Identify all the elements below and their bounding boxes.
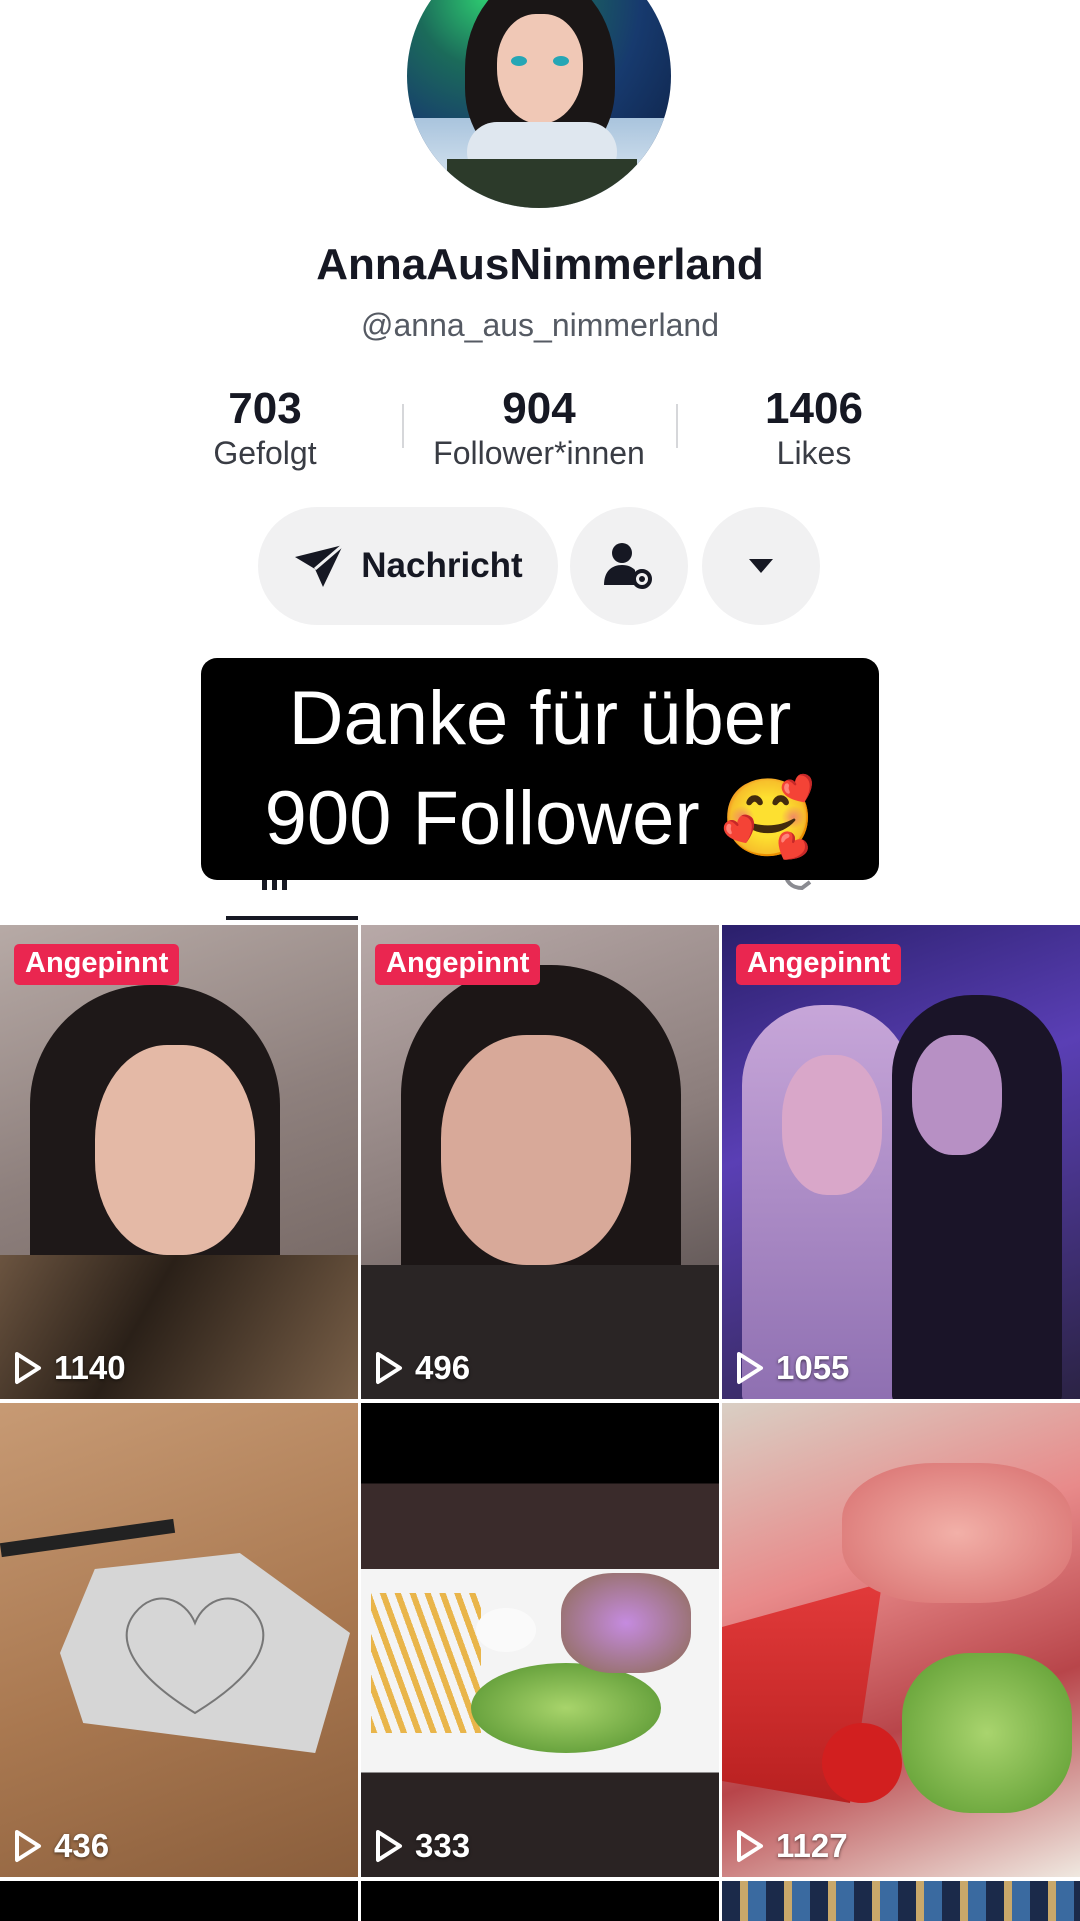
stat-likes[interactable]: 1406 Likes bbox=[699, 385, 929, 473]
view-count: 1127 bbox=[736, 1827, 848, 1865]
view-count-value: 496 bbox=[415, 1349, 471, 1386]
view-count-value: 1140 bbox=[54, 1349, 126, 1386]
video-thumbnail[interactable]: 1127 bbox=[722, 1403, 1080, 1877]
stat-likes-label: Likes bbox=[776, 435, 852, 471]
view-count-value: 436 bbox=[54, 1827, 110, 1864]
overlay-caption: Danke für über 900 Follower 🥰 bbox=[201, 658, 879, 880]
more-button[interactable] bbox=[702, 507, 820, 625]
stat-divider bbox=[402, 404, 404, 448]
heart-drawing bbox=[125, 1597, 265, 1715]
stat-following[interactable]: 703 Gefolgt bbox=[150, 385, 380, 473]
overlay-caption-line2: 900 Follower 🥰 bbox=[264, 776, 816, 861]
stat-followers-label: Follower*innen bbox=[433, 435, 645, 471]
video-thumbnail[interactable] bbox=[361, 1881, 719, 1921]
profile-display-name: AnnaAusNimmerland bbox=[316, 240, 764, 289]
caret-down-icon bbox=[749, 559, 773, 573]
view-count-value: 1127 bbox=[776, 1827, 848, 1864]
video-thumbnail[interactable]: Angepinnt 1140 bbox=[0, 925, 358, 1399]
play-icon bbox=[376, 1352, 402, 1384]
play-icon bbox=[15, 1830, 41, 1862]
view-count: 1055 bbox=[736, 1349, 849, 1387]
view-count-value: 1055 bbox=[776, 1349, 850, 1386]
video-thumbnail[interactable]: Angepinnt 1055 bbox=[722, 925, 1080, 1399]
view-count: 333 bbox=[375, 1827, 470, 1865]
send-icon bbox=[295, 543, 345, 587]
pinned-badge: Angepinnt bbox=[14, 944, 180, 985]
play-icon bbox=[15, 1352, 41, 1384]
view-count-value: 333 bbox=[415, 1827, 471, 1864]
pinned-badge: Angepinnt bbox=[375, 944, 541, 985]
stat-following-value: 703 bbox=[228, 384, 302, 433]
message-button-label: Nachricht bbox=[361, 546, 523, 585]
stat-likes-value: 1406 bbox=[765, 384, 863, 433]
video-thumbnail[interactable] bbox=[0, 1881, 358, 1921]
pinned-badge: Angepinnt bbox=[736, 944, 902, 985]
play-icon bbox=[376, 1830, 402, 1862]
video-thumbnail[interactable]: 333 bbox=[361, 1403, 719, 1877]
stat-following-label: Gefolgt bbox=[213, 435, 317, 471]
profile-avatar[interactable] bbox=[407, 0, 671, 208]
active-tab-indicator bbox=[226, 916, 358, 920]
user-settings-icon bbox=[604, 543, 652, 589]
profile-handle: @anna_aus_nimmerland bbox=[360, 307, 720, 343]
video-thumbnail[interactable]: Angepinnt 496 bbox=[361, 925, 719, 1399]
stat-followers[interactable]: 904 Follower*innen bbox=[424, 385, 654, 473]
view-count: 1140 bbox=[14, 1349, 126, 1387]
message-button[interactable]: Nachricht bbox=[258, 507, 558, 625]
overlay-caption-line1: Danke für über bbox=[288, 676, 792, 761]
stat-divider bbox=[676, 404, 678, 448]
play-icon bbox=[737, 1830, 763, 1862]
video-thumbnail[interactable]: 436 bbox=[0, 1403, 358, 1877]
play-icon bbox=[737, 1352, 763, 1384]
view-count: 436 bbox=[14, 1827, 109, 1865]
stat-followers-value: 904 bbox=[502, 384, 576, 433]
view-count: 496 bbox=[375, 1349, 470, 1387]
video-thumbnail[interactable] bbox=[722, 1881, 1080, 1921]
user-settings-button[interactable] bbox=[570, 507, 688, 625]
